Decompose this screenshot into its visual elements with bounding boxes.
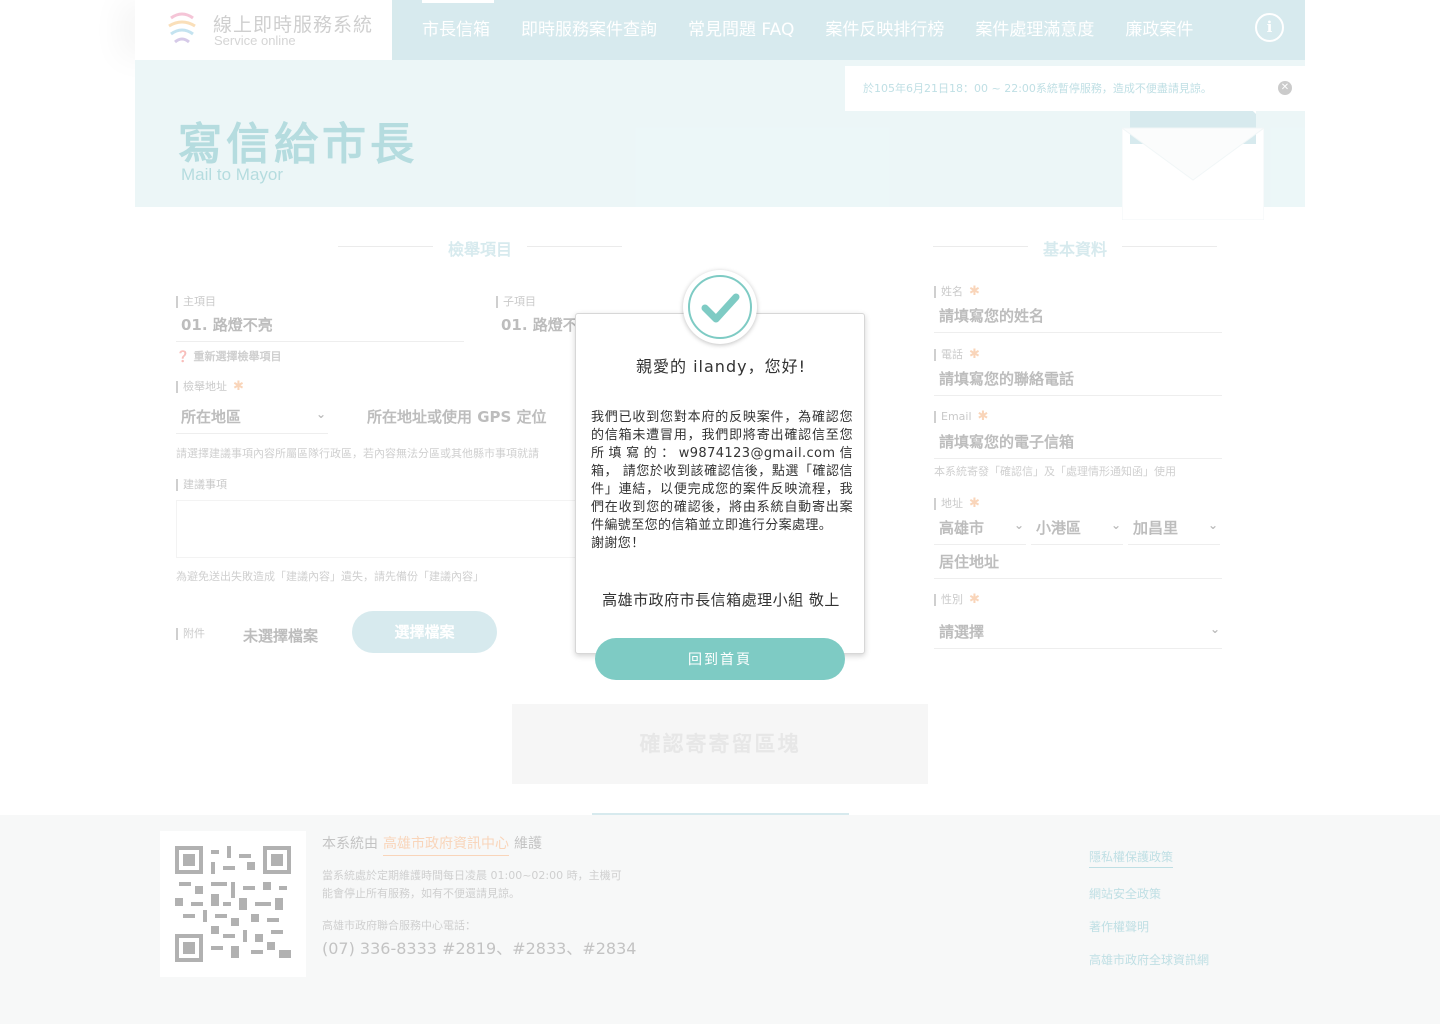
district-select[interactable]: 所在地區 ⌄ [176, 406, 328, 434]
security-policy-link[interactable]: 網站安全政策 [1089, 885, 1209, 902]
checkmark-icon [701, 293, 740, 323]
chevron-down-icon: ⌄ [1013, 518, 1024, 532]
gender-label-text: 性別 [941, 593, 963, 606]
chevron-down-icon: ⌄ [1209, 622, 1220, 636]
sub-item-label: 子項目 [496, 296, 536, 308]
address-label: 地址 ✱ [934, 496, 980, 511]
success-ring [688, 275, 752, 339]
district-select-2[interactable]: 小港區 ⌄ [1031, 517, 1123, 545]
copyright-link[interactable]: 著作權聲明 [1089, 918, 1209, 935]
info-center-link[interactable]: 高雄市政府資訊中心 [383, 836, 509, 856]
close-icon[interactable]: ✕ [1278, 81, 1292, 95]
address-note: 請選擇建議事項內容所屬區隊行政區，若內容無法分區或其他縣市事項就請 [176, 447, 539, 460]
footer-phone-label: 高雄市政府聯合服務中心電話： [322, 919, 476, 932]
dialog-signature: 高雄市政府市長信箱處理小組 敬上 [602, 591, 840, 609]
no-file-text: 未選擇檔案 [243, 627, 319, 645]
report-address-label-text: 檢舉地址 [183, 380, 227, 393]
address-label-text: 地址 [941, 497, 963, 510]
city-select[interactable]: 高雄市 ⌄ [934, 517, 1026, 545]
nav-integrity-cases[interactable]: 廉政案件 [1125, 0, 1224, 60]
page-subtitle: Mail to Mayor [181, 165, 284, 184]
nav-faq[interactable]: 常見問題 FAQ [688, 0, 825, 60]
gender-label: 性別 ✱ [934, 592, 980, 607]
privacy-policy-link[interactable]: 隱私權保護政策 [1089, 848, 1174, 868]
sub-item-field[interactable]: 01. 路燈不 [496, 314, 578, 341]
dialog-thanks: 謝謝您！ [591, 536, 645, 551]
section-report-items: 檢舉項目 [337, 236, 623, 260]
nav-case-query[interactable]: 即時服務案件查詢 [521, 0, 688, 60]
nav-satisfaction[interactable]: 案件處理滿意度 [975, 0, 1125, 60]
email-note: 本系統寄發「確認信」及「處理情形通知函」使用 [934, 465, 1176, 478]
site-logo[interactable]: 線上即時服務系統 Service online [135, 0, 392, 60]
confirmation-dialog: 親愛的 ilandy，您好! 我們已收到您對本府的反映案件，為確認您的信箱未遭冒… [575, 313, 865, 654]
footer-maintenance-note: 當系統處於定期維護時間每日凌晨 01:00~02:00 時，主機可能會停止所有服… [322, 869, 622, 900]
reselect-text: 重新選擇檢舉項目 [193, 350, 282, 363]
phone-label: 電話 ✱ [934, 347, 980, 362]
suggestion-textarea[interactable] [176, 500, 576, 558]
footer-maintained-prefix: 本系統由 [322, 836, 378, 852]
city-portal-link[interactable]: 高雄市政府全球資訊網 [1089, 951, 1209, 968]
dialog-message: 我們已收到您對本府的反映案件，為確認您的信箱未遭冒用，我們即將寄出確認信至您所填… [591, 410, 853, 533]
gender-select-text: 請選擇 [939, 623, 985, 641]
section-basic-info: 基本資料 [932, 236, 1218, 260]
qr-code-icon [175, 846, 291, 962]
main-nav: 市長信箱 即時服務案件查詢 常見問題 FAQ 案件反映排行榜 案件處理滿意度 廉… [422, 0, 1224, 60]
email-label: Email ✱ [934, 409, 989, 424]
footer-phone: (07) 336-8333 #2819、#2833、#2834 [322, 939, 637, 958]
info-icon[interactable]: i [1255, 13, 1284, 42]
main-item-label: 主項目 [176, 296, 216, 308]
city-select-text: 高雄市 [939, 519, 985, 537]
required-mark-icon: ✱ [969, 592, 980, 607]
refresh-icon: ❓ [176, 350, 190, 363]
district-select-text: 所在地區 [181, 408, 242, 426]
main-item-field[interactable]: 01. 路燈不亮 [176, 314, 464, 342]
qr-code-box [160, 831, 306, 977]
logo-subtitle: Service online [214, 33, 296, 48]
residence-field[interactable]: 居住地址 [934, 551, 1222, 579]
footer-maintained: 本系統由 高雄市政府資訊中心 維護 [322, 833, 542, 856]
report-address-label: 檢舉地址 ✱ [176, 379, 244, 394]
email-field[interactable]: 請填寫您的電子信箱 [934, 431, 1222, 459]
footer-maintained-suffix: 維護 [514, 836, 542, 852]
gps-address-input[interactable]: 所在地址或使用 GPS 定位 [362, 406, 572, 433]
required-mark-icon: ✱ [969, 496, 980, 511]
required-mark-icon: ✱ [969, 284, 980, 299]
nav-ranking[interactable]: 案件反映排行榜 [825, 0, 975, 60]
phone-field[interactable]: 請填寫您的聯絡電話 [934, 368, 1222, 396]
chevron-down-icon: ⌄ [1207, 518, 1218, 532]
kaohsiung-logo-icon [168, 12, 196, 44]
choose-file-button[interactable]: 選擇檔案 [352, 611, 497, 653]
village-select-text: 加昌里 [1133, 519, 1179, 537]
email-label-text: Email [941, 410, 972, 423]
back-to-home-button[interactable]: 回到首頁 [595, 638, 845, 680]
notice-text: 於105年6月21日18：00 ~ 22:00系統暫停服務，造成不便盡請見諒。 [863, 82, 1212, 95]
name-field[interactable]: 請填寫您的姓名 [934, 305, 1222, 333]
required-mark-icon: ✱ [233, 379, 244, 394]
attachment-label: 附件 [176, 628, 205, 640]
submit-area[interactable]: 確認寄寄留區塊 [512, 704, 928, 784]
success-badge [683, 270, 757, 344]
page-title: 寫信給市長 [178, 119, 418, 170]
nav-mayor-mailbox[interactable]: 市長信箱 [422, 0, 521, 60]
district-select-2-text: 小港區 [1036, 519, 1082, 537]
dialog-body: 我們已收到您對本府的反映案件，為確認您的信箱未遭冒用，我們即將寄出確認信至您所填… [591, 409, 853, 553]
required-mark-icon: ✱ [977, 409, 989, 424]
name-label-text: 姓名 [941, 285, 963, 298]
dialog-greeting: 親愛的 ilandy，您好! [636, 357, 806, 376]
suggestion-label: 建議事項 [176, 479, 227, 491]
required-mark-icon: ✱ [969, 347, 980, 362]
reselect-link[interactable]: ❓ 重新選擇檢舉項目 [176, 348, 282, 364]
suggestion-note: 為避免送出失敗造成「建議內容」遺失，請先備份「建議內容」 [176, 570, 484, 583]
chevron-down-icon: ⌄ [1110, 518, 1121, 532]
gender-select[interactable]: 請選擇 ⌄ [934, 621, 1222, 649]
phone-label-text: 電話 [941, 348, 963, 361]
footer-links: 隱私權保護政策 網站安全政策 著作權聲明 高雄市政府全球資訊網 [1089, 846, 1209, 984]
village-select[interactable]: 加昌里 ⌄ [1128, 517, 1220, 545]
maintenance-notice: 於105年6月21日18：00 ~ 22:00系統暫停服務，造成不便盡請見諒。 … [845, 66, 1305, 111]
chevron-down-icon: ⌄ [315, 407, 326, 421]
name-label: 姓名 ✱ [934, 284, 980, 299]
